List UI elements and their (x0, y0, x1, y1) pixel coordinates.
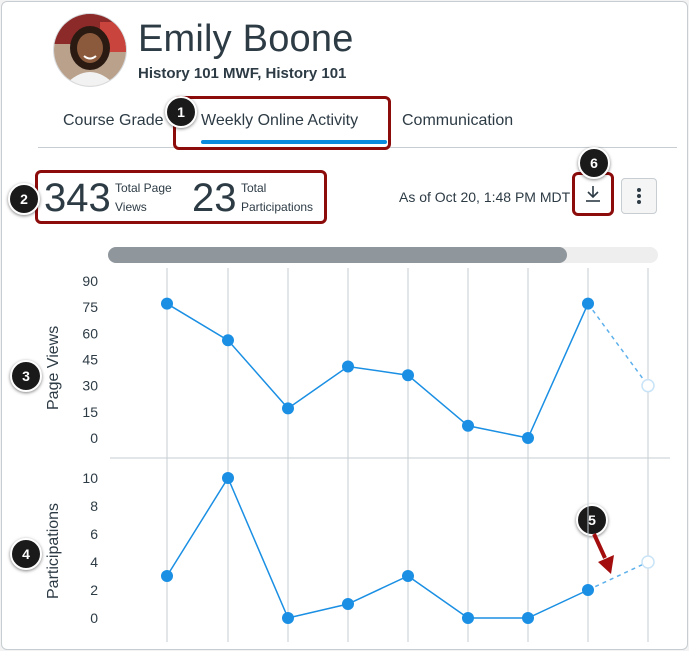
y-tick-label: 4 (90, 554, 98, 570)
data-point-0-0 (161, 297, 173, 310)
projected-point-1 (641, 555, 655, 569)
series-line-1 (166, 476, 589, 619)
projected-line-1 (587, 561, 649, 591)
y-tick-label: 8 (90, 498, 98, 514)
student-context-card: Emily Boone History 101 MWF, History 101… (1, 1, 688, 650)
y-tick-label: 75 (82, 299, 98, 315)
y-tick-label: 60 (82, 325, 98, 341)
y-tick-label: 6 (90, 526, 98, 542)
y-tick-label: 15 (82, 404, 98, 420)
data-point-1-5 (462, 612, 474, 624)
data-point-0-1 (222, 334, 234, 347)
data-point-1-3 (342, 598, 354, 610)
y-tick-label: 45 (82, 352, 98, 368)
callout-arrow-5-head (598, 555, 614, 574)
y-tick-label: 30 (82, 378, 98, 394)
data-point-0-2 (282, 402, 294, 415)
y-tick-label: 10 (82, 470, 98, 486)
y-tick-label: 0 (90, 610, 98, 626)
y-tick-label: 90 (82, 273, 98, 289)
data-point-0-3 (342, 360, 354, 373)
projected-point-0 (641, 378, 655, 393)
data-point-1-6 (522, 612, 534, 624)
data-point-0-7 (582, 297, 594, 310)
data-point-0-6 (522, 432, 534, 444)
data-point-0-5 (462, 419, 474, 432)
callout-arrow-5 (592, 533, 607, 559)
series-line-0 (166, 303, 589, 439)
y-tick-label: 0 (90, 430, 98, 446)
data-point-1-4 (402, 570, 414, 582)
projected-line-0 (587, 303, 649, 387)
data-point-0-4 (402, 369, 414, 382)
data-point-1-7 (582, 584, 594, 596)
y-tick-label: 2 (90, 582, 98, 598)
data-point-1-0 (161, 570, 173, 582)
activity-charts: 90 75 60 45 30 15 0 10 8 6 4 2 0 (82, 268, 670, 642)
data-point-1-2 (282, 612, 294, 624)
data-point-1-1 (222, 472, 234, 484)
